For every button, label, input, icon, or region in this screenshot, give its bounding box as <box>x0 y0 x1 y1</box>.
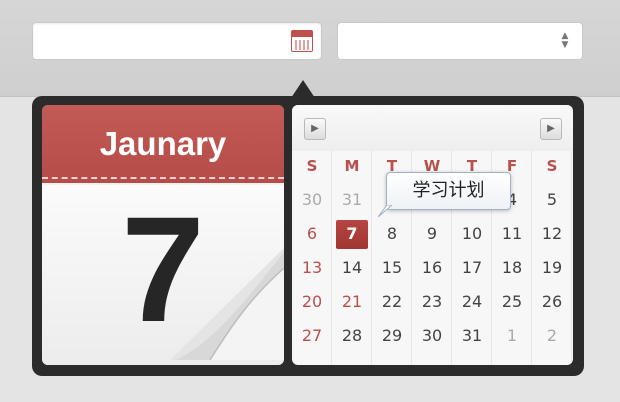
month-label: Jaunary <box>99 125 227 162</box>
weekday-label: S <box>306 157 318 175</box>
date-input[interactable] <box>32 22 322 60</box>
day-cell[interactable]: 25 <box>492 285 532 319</box>
prev-month-button[interactable]: ▶ <box>304 118 326 140</box>
day-cell[interactable]: 15 <box>372 251 412 285</box>
event-tooltip: 学习计划 <box>386 172 511 210</box>
day-cell[interactable]: 21 <box>332 285 372 319</box>
day-cell[interactable]: 29 <box>372 319 412 353</box>
day-cell[interactable]: 14 <box>332 251 372 285</box>
day-cell[interactable]: 10 <box>452 217 492 251</box>
big-calendar-header: Jaunary <box>42 105 284 183</box>
day-cell[interactable]: 26 <box>532 285 572 319</box>
day-cell[interactable]: 23 <box>412 285 452 319</box>
day-cell[interactable]: 9 <box>412 217 452 251</box>
stitch-line <box>42 177 284 179</box>
day-cell[interactable]: 27 <box>292 319 332 353</box>
calendar-icon-grid <box>295 40 309 50</box>
week-row: 13 14 15 16 17 18 19 <box>292 251 573 285</box>
day-cell[interactable]: 16 <box>412 251 452 285</box>
mini-calendar: ▶ ▶ S M T W T F S 30 31 1 2 3 4 5 6 7 8 … <box>292 105 573 365</box>
selected-day-cell[interactable]: 7 <box>332 217 372 251</box>
day-cell[interactable]: 18 <box>492 251 532 285</box>
day-cell[interactable]: 11 <box>492 217 532 251</box>
day-cell[interactable]: 8 <box>372 217 412 251</box>
day-cell[interactable]: 30 <box>292 183 332 217</box>
month-nav: ▶ ▶ <box>292 105 573 151</box>
day-cell[interactable]: 1 <box>492 319 532 353</box>
week-row: 27 28 29 30 31 1 2 <box>292 319 573 353</box>
select-dropdown[interactable]: ▲ ▼ <box>337 22 583 60</box>
day-cell[interactable]: 31 <box>332 183 372 217</box>
day-cell[interactable]: 19 <box>532 251 572 285</box>
weekday-label: S <box>546 157 558 175</box>
day-cell[interactable]: 12 <box>532 217 572 251</box>
next-month-button[interactable]: ▶ <box>540 118 562 140</box>
page-curl-icon <box>170 248 284 360</box>
sort-arrows-icon: ▲ ▼ <box>561 31 569 50</box>
day-cell[interactable]: 30 <box>412 319 452 353</box>
tooltip-tail <box>378 205 392 217</box>
day-cell[interactable]: 17 <box>452 251 492 285</box>
week-row: 20 21 22 23 24 25 26 <box>292 285 573 319</box>
weekday-label: M <box>344 157 360 175</box>
day-cell[interactable]: 5 <box>532 183 572 217</box>
day-cell[interactable]: 28 <box>332 319 372 353</box>
day-cell[interactable]: 6 <box>292 217 332 251</box>
day-cell[interactable]: 22 <box>372 285 412 319</box>
day-cell[interactable]: 13 <box>292 251 332 285</box>
calendar-icon-header <box>292 31 312 37</box>
day-cell[interactable]: 24 <box>452 285 492 319</box>
week-row: 6 7 8 9 10 11 12 <box>292 217 573 251</box>
day-cell[interactable]: 31 <box>452 319 492 353</box>
day-cell[interactable]: 2 <box>532 319 572 353</box>
calendar-icon[interactable] <box>291 30 313 52</box>
day-cell[interactable]: 20 <box>292 285 332 319</box>
